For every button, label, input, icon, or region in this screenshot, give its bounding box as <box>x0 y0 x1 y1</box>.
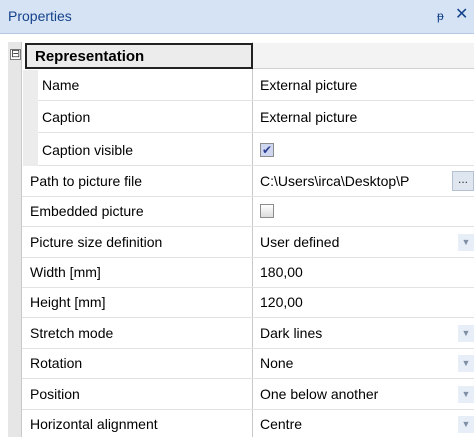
category-label-cell[interactable]: Representation <box>25 43 253 69</box>
stretch-mode-value: Dark lines <box>260 325 323 341</box>
property-name: Stretch mode <box>30 325 114 341</box>
position-value: One below another <box>260 386 379 402</box>
property-name: Caption <box>42 109 91 125</box>
property-value <box>254 196 474 227</box>
property-name: Embedded picture <box>30 203 144 219</box>
property-value[interactable]: User defined ▼ <box>254 227 474 258</box>
panel-title-bar: Properties ᵽ ✕ <box>0 0 474 34</box>
rotation-value: None <box>260 355 294 371</box>
chevron-down-icon[interactable]: ▼ <box>458 386 474 403</box>
property-row-position[interactable]: Position One below another ▼ <box>8 379 474 410</box>
property-row-caption-visible[interactable]: Caption visible ✔ <box>8 135 474 166</box>
path-value-text: C:\Users\irca\Desktop\P <box>260 173 410 189</box>
category-label: Representation <box>35 48 145 65</box>
property-name: Name <box>42 77 80 93</box>
chevron-down-icon[interactable]: ▼ <box>458 416 474 433</box>
caption-visible-checkbox[interactable]: ✔ <box>260 143 274 157</box>
property-row-path[interactable]: Path to picture file C:\Users\irca\Deskt… <box>8 166 474 197</box>
property-name: Position <box>30 386 80 402</box>
row-divider <box>38 100 474 101</box>
embedded-picture-checkbox[interactable] <box>260 204 274 218</box>
property-value[interactable]: Centre ▼ <box>254 409 474 437</box>
property-grid: ⊟ Representation Name External picture C… <box>8 42 474 437</box>
property-value[interactable]: External picture <box>254 102 474 133</box>
horizontal-alignment-value: Centre <box>260 416 303 432</box>
property-name: Width [mm] <box>30 264 101 280</box>
collapse-icon[interactable]: ⊟ <box>10 49 21 60</box>
property-name: Caption visible <box>42 142 134 158</box>
property-value[interactable]: 180,00 <box>254 257 474 288</box>
pin-icon[interactable]: ᵽ <box>437 7 449 25</box>
chevron-down-icon[interactable]: ▼ <box>458 355 474 372</box>
property-row-size-definition[interactable]: Picture size definition User defined ▼ <box>8 227 474 258</box>
property-row-rotation[interactable]: Rotation None ▼ <box>8 348 474 379</box>
property-value: ✔ <box>254 135 474 166</box>
close-icon[interactable]: ✕ <box>455 5 469 25</box>
property-value[interactable]: One below another ▼ <box>254 379 474 410</box>
property-row-embedded[interactable]: Embedded picture <box>8 196 474 227</box>
property-row-caption[interactable]: Caption External picture <box>8 102 474 133</box>
property-name: Rotation <box>30 355 83 371</box>
property-value[interactable]: C:\Users\irca\Desktop\P ... <box>254 166 474 197</box>
property-name: Path to picture file <box>30 173 143 189</box>
property-name: Picture size definition <box>30 234 163 250</box>
property-row-width[interactable]: Width [mm] 180,00 <box>8 257 474 288</box>
property-name: Height [mm] <box>30 294 106 310</box>
chevron-down-icon[interactable]: ▼ <box>458 234 474 251</box>
property-value[interactable]: External picture <box>254 70 474 101</box>
property-row-name[interactable]: Name External picture <box>8 70 474 101</box>
checkmark-icon: ✔ <box>262 143 273 157</box>
property-row-horizontal-alignment[interactable]: Horizontal alignment Centre ▼ <box>8 409 474 437</box>
chevron-down-icon[interactable]: ▼ <box>458 325 474 342</box>
size-definition-value: User defined <box>260 234 340 250</box>
browse-button[interactable]: ... <box>452 171 474 191</box>
property-row-stretch-mode[interactable]: Stretch mode Dark lines ▼ <box>8 318 474 349</box>
property-value[interactable]: None ▼ <box>254 348 474 379</box>
category-value-cell <box>253 43 474 69</box>
property-value[interactable]: Dark lines ▼ <box>254 318 474 349</box>
property-value[interactable]: 120,00 <box>254 287 474 318</box>
row-divider <box>38 132 474 133</box>
panel-title: Properties <box>8 8 72 24</box>
property-row-height[interactable]: Height [mm] 120,00 <box>8 287 474 318</box>
property-name: Horizontal alignment <box>30 416 158 432</box>
category-row-representation: ⊟ Representation <box>8 42 474 70</box>
